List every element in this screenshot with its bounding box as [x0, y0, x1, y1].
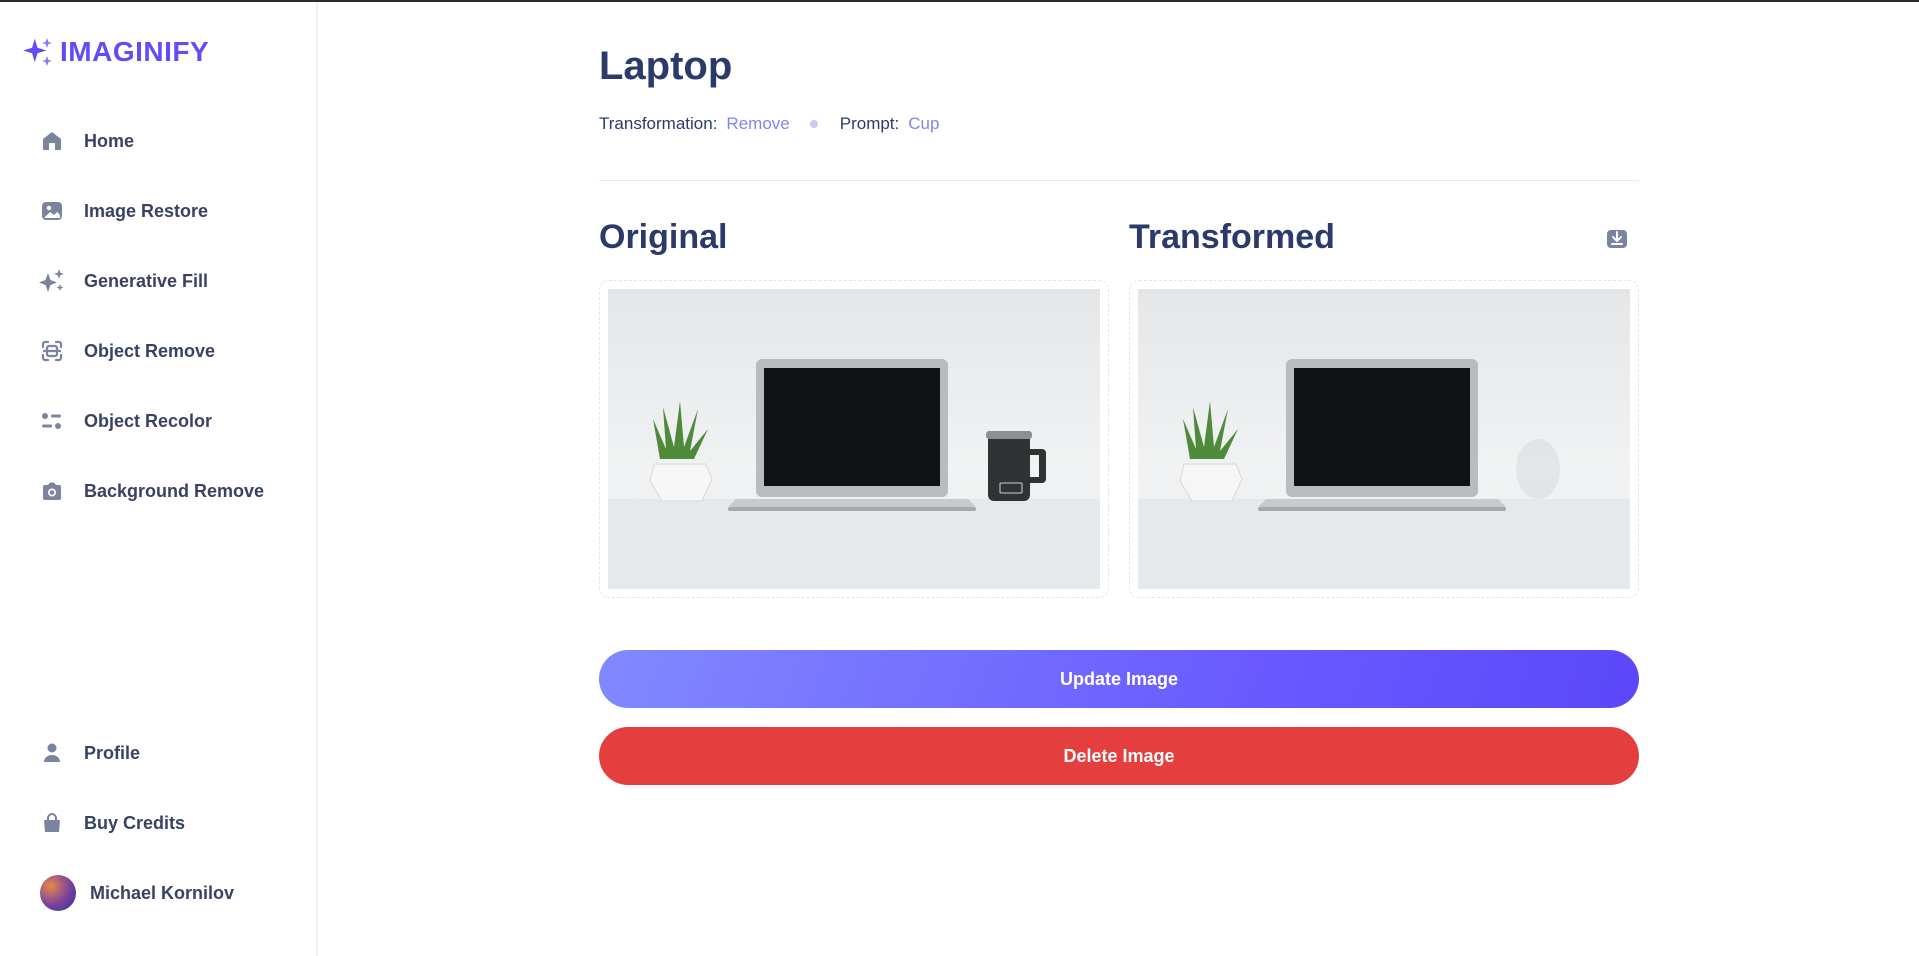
sidebar-item-generative-fill[interactable]: Generative Fill	[38, 246, 298, 316]
page-title: Laptop	[599, 44, 733, 88]
update-image-button[interactable]: Update Image	[599, 650, 1639, 708]
transformation-label: Transformation:	[599, 114, 718, 133]
sidebar: IMAGINIFY Home Image Restore Generative …	[0, 2, 318, 956]
download-icon[interactable]	[1605, 226, 1629, 250]
sidebar-item-label: Generative Fill	[84, 270, 209, 291]
user-icon	[38, 739, 66, 767]
image-icon	[38, 197, 66, 225]
user-name: Michael Kornilov	[90, 882, 235, 903]
prompt-label: Prompt:	[839, 114, 900, 133]
image-meta: Transformation: Remove Prompt: Cup	[599, 114, 939, 134]
original-title: Original	[599, 218, 728, 256]
original-image-frame	[599, 280, 1109, 598]
delete-image-button[interactable]: Delete Image	[599, 727, 1639, 785]
logo-text: IMAGINIFY	[60, 36, 210, 67]
divider	[599, 180, 1639, 181]
transformed-title: Transformed	[1129, 218, 1335, 256]
sidebar-item-label: Image Restore	[84, 200, 209, 221]
sidebar-item-buy-credits[interactable]: Buy Credits	[38, 788, 298, 858]
home-icon	[38, 127, 66, 155]
transformation-value: Remove	[726, 114, 790, 133]
user-profile-button[interactable]: Michael Kornilov	[40, 858, 298, 928]
sidebar-item-label: Background Remove	[84, 480, 265, 501]
original-panel: Original	[599, 218, 1109, 598]
sidebar-item-profile[interactable]: Profile	[38, 718, 298, 788]
transformed-image-frame	[1129, 280, 1639, 598]
bag-icon	[38, 809, 66, 837]
prompt-value: Cup	[908, 114, 940, 133]
sidebar-item-label: Home	[84, 130, 135, 151]
sidebar-item-label: Object Remove	[84, 340, 216, 361]
transformed-image[interactable]	[1138, 289, 1630, 589]
sidebar-item-label: Profile	[84, 742, 141, 763]
avatar	[40, 875, 76, 911]
sidebar-item-label: Object Recolor	[84, 410, 213, 431]
logo-sparkles-icon	[23, 38, 52, 66]
filter-icon	[38, 407, 66, 435]
sidebar-nav: Home Image Restore Generative Fill Objec…	[38, 106, 298, 526]
sidebar-item-background-remove[interactable]: Background Remove	[38, 456, 298, 526]
sparkles-icon	[38, 267, 66, 295]
original-image[interactable]	[608, 289, 1100, 589]
sidebar-item-object-recolor[interactable]: Object Recolor	[38, 386, 298, 456]
sidebar-item-home[interactable]: Home	[38, 106, 298, 176]
separator-dot	[809, 120, 818, 128]
logo[interactable]: IMAGINIFY	[22, 36, 209, 68]
scan-icon	[38, 337, 66, 365]
camera-icon	[38, 477, 66, 505]
sidebar-item-label: Buy Credits	[84, 812, 186, 833]
sidebar-bottom-nav: Profile Buy Credits Michael Kornilov	[38, 718, 298, 928]
sidebar-item-image-restore[interactable]: Image Restore	[38, 176, 298, 246]
transformed-panel: Transformed	[1129, 218, 1639, 598]
sidebar-item-object-remove[interactable]: Object Remove	[38, 316, 298, 386]
